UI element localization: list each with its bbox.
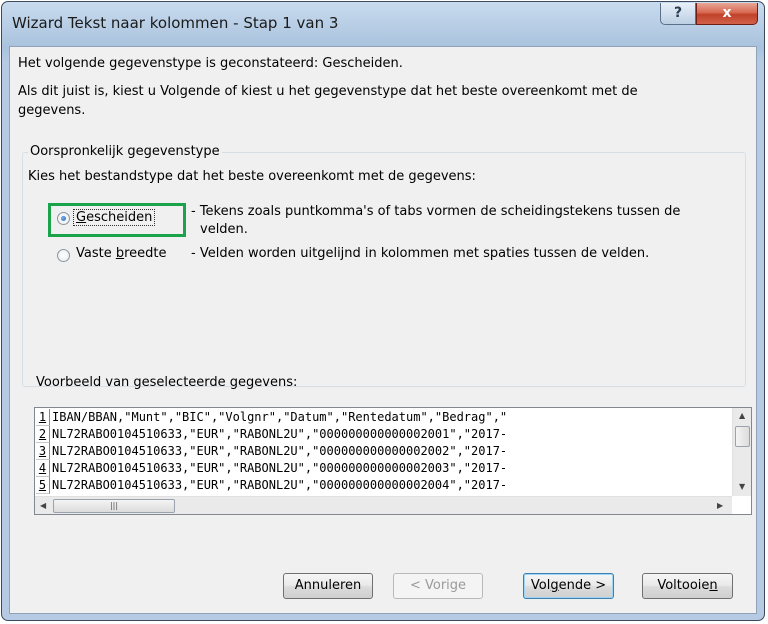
row-text: NL72RABO0104510633,"EUR","RABONL2U","000…	[52, 444, 508, 458]
row-text: NL72RABO0104510633,"EUR","RABONL2U","000…	[52, 461, 508, 475]
file-type-prompt: Kies het bestandstype dat het beste over…	[28, 169, 476, 184]
help-button[interactable]: ?	[660, 3, 696, 25]
preview-row: 4 NL72RABO0104510633,"EUR","RABONL2U","0…	[36, 460, 732, 477]
preview-row: 2 NL72RABO0104510633,"EUR","RABONL2U","0…	[36, 426, 732, 443]
next-button[interactable]: Volgende >	[523, 573, 614, 599]
preview-rows: 1 IBAN/BBAN,"Munt","BIC","Volgnr","Datum…	[36, 409, 732, 494]
back-button[interactable]: < Vorige	[393, 573, 483, 599]
fixed-width-description: - Velden worden uitgelijnd in kolommen m…	[191, 246, 650, 261]
preview-row: 3 NL72RABO0104510633,"EUR","RABONL2U","0…	[36, 443, 732, 460]
instruction-text: Als dit juist is, kiest u Volgende of ki…	[18, 84, 638, 99]
groupbox-label: Oorspronkelijk gegevenstype	[28, 144, 222, 159]
instruction-text-cont: gegevens.	[18, 103, 86, 118]
dialog-content: Het volgende gegevenstype is geconstatee…	[9, 46, 757, 614]
row-number: 5	[36, 477, 50, 494]
vertical-scrollbar[interactable]: ▲ ▼	[732, 408, 751, 496]
row-number: 3	[36, 443, 50, 460]
row-number: 2	[36, 426, 50, 443]
grip-icon: |||	[109, 501, 119, 510]
title-bar[interactable]: Wizard Tekst naar kolommen - Stap 1 van …	[2, 2, 764, 46]
row-text: IBAN/BBAN,"Munt","BIC","Volgnr","Datum",…	[52, 410, 508, 424]
close-button[interactable]: x	[696, 3, 758, 25]
preview-label: Voorbeeld van geselecteerde gegevens:	[36, 375, 298, 390]
detected-type-text: Het volgende gegevenstype is geconstatee…	[18, 56, 403, 71]
delimited-description: - Tekens zoals puntkomma's of tabs vorme…	[191, 204, 681, 219]
vertical-scroll-thumb[interactable]	[735, 426, 750, 447]
radio-fixed-width-label[interactable]: Vaste breedte	[76, 246, 167, 261]
radio-delimited[interactable]	[57, 212, 70, 225]
row-text: NL72RABO0104510633,"EUR","RABONL2U","000…	[52, 478, 508, 492]
row-text: NL72RABO0104510633,"EUR","RABONL2U","000…	[52, 427, 508, 441]
data-type-groupbox	[22, 152, 746, 387]
row-number: 1	[36, 409, 50, 426]
delimited-description-cont: velden.	[200, 222, 248, 237]
finish-button[interactable]: Voltooien	[642, 573, 733, 599]
scroll-up-icon[interactable]: ▲	[739, 411, 745, 420]
horizontal-scroll-thumb[interactable]: |||	[53, 499, 175, 513]
wizard-dialog: Wizard Tekst naar kolommen - Stap 1 van …	[1, 1, 765, 621]
radio-fixed-width[interactable]	[57, 249, 70, 262]
radio-delimited-label[interactable]: Gescheiden	[73, 209, 156, 226]
scroll-left-icon[interactable]: ◀	[40, 501, 46, 510]
preview-row: 5 NL72RABO0104510633,"EUR","RABONL2U","0…	[36, 477, 732, 494]
cancel-button[interactable]: Annuleren	[283, 573, 373, 599]
preview-row: 1 IBAN/BBAN,"Munt","BIC","Volgnr","Datum…	[36, 409, 732, 426]
window-title: Wizard Tekst naar kolommen - Stap 1 van …	[12, 14, 339, 32]
scroll-down-icon[interactable]: ▼	[739, 482, 745, 491]
row-number: 4	[36, 460, 50, 477]
data-preview[interactable]: 1 IBAN/BBAN,"Munt","BIC","Volgnr","Datum…	[34, 407, 752, 515]
scroll-right-icon[interactable]: ▶	[717, 501, 723, 510]
horizontal-scrollbar[interactable]: ◀ ||| ▶	[35, 496, 732, 514]
